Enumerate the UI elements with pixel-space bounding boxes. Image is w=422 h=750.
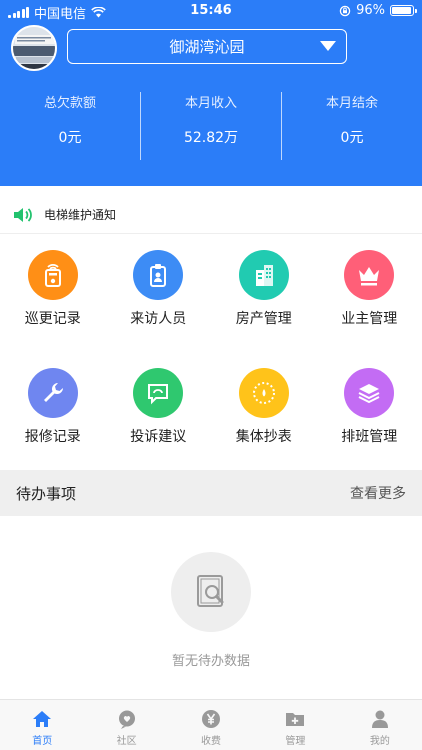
- todo-header: 待办事项 查看更多: [0, 470, 422, 516]
- grid-label: 业主管理: [341, 311, 398, 327]
- stat-label: 本月结余: [325, 96, 378, 111]
- tab-billing[interactable]: 收费: [169, 700, 253, 750]
- dropdown-arrow-icon: [320, 41, 336, 51]
- notice-text: 电梯维护通知: [44, 208, 117, 222]
- todo-empty-state: 暂无待办数据: [0, 552, 422, 669]
- wrench-icon: [27, 368, 78, 418]
- tab-management[interactable]: 管理: [253, 700, 337, 750]
- stat-value: 0元: [340, 130, 364, 146]
- grid-item-complaints[interactable]: 投诉建议: [106, 368, 212, 446]
- visitor-badge-icon: [133, 250, 184, 300]
- battery-percent: 96%: [356, 3, 385, 18]
- feature-grid-row: 报修记录 投诉建议 集体抄表 排班管理: [0, 368, 422, 446]
- avatar[interactable]: [11, 25, 57, 71]
- yen-icon: [202, 710, 221, 728]
- grid-label: 投诉建议: [130, 429, 187, 445]
- stat-value: 0元: [58, 130, 82, 146]
- tab-community[interactable]: 社区: [84, 700, 168, 750]
- tab-label: 收费: [201, 736, 222, 747]
- battery-icon: [390, 5, 417, 16]
- community-name: 御湖湾沁园: [169, 38, 245, 56]
- view-more-link[interactable]: 查看更多: [350, 483, 406, 503]
- meter-icon: [238, 368, 289, 418]
- empty-text: 暂无待办数据: [171, 654, 250, 669]
- grid-item-meter-reading[interactable]: 集体抄表: [211, 368, 317, 446]
- grid-item-shift-scheduling[interactable]: 排班管理: [317, 368, 422, 446]
- stat-monthly-income[interactable]: 本月收入 52.82万: [141, 90, 281, 164]
- header: 中国电信 15:46 96% 御湖湾沁园 总欠款额 0元 本月收入 52.82万…: [0, 0, 422, 186]
- stat-monthly-balance[interactable]: 本月结余 0元: [282, 90, 422, 164]
- stat-label: 本月收入: [184, 96, 237, 111]
- grid-label: 巡更记录: [24, 311, 81, 327]
- tab-label: 管理: [285, 736, 306, 747]
- tab-label: 社区: [116, 736, 137, 747]
- tab-label: 我的: [369, 736, 390, 747]
- grid-item-property-management[interactable]: 房产管理: [211, 250, 317, 328]
- feature-grid-row: 巡更记录 来访人员 房产管理 业主管理: [0, 250, 422, 328]
- tab-bar: 首页 社区 收费 管理 我的: [0, 699, 422, 750]
- grid-label: 房产管理: [235, 311, 292, 327]
- rotation-lock-icon: [339, 5, 351, 16]
- tab-profile[interactable]: 我的: [338, 700, 422, 750]
- crown-icon: [344, 250, 395, 300]
- layers-icon: [344, 368, 395, 418]
- tab-home[interactable]: 首页: [0, 700, 84, 750]
- grid-label: 集体抄表: [235, 429, 292, 445]
- status-bar: 中国电信 15:46 96%: [0, 0, 422, 22]
- building-icon: [238, 250, 289, 300]
- patrol-icon: [27, 250, 78, 300]
- stat-total-arrears[interactable]: 总欠款额 0元: [0, 90, 140, 164]
- speaker-icon: [14, 207, 32, 222]
- chat-icon: [133, 368, 184, 418]
- tab-label: 首页: [32, 736, 53, 747]
- user-icon: [371, 710, 388, 728]
- grid-label: 排班管理: [341, 429, 398, 445]
- grid-item-repair-records[interactable]: 报修记录: [0, 368, 106, 446]
- todo-title: 待办事项: [16, 484, 77, 503]
- grid-item-patrol-records[interactable]: 巡更记录: [0, 250, 106, 328]
- community-selector[interactable]: 御湖湾沁园: [67, 29, 347, 64]
- grid-label: 来访人员: [130, 311, 187, 327]
- stats-panel: 总欠款额 0元 本月收入 52.82万 本月结余 0元: [0, 90, 422, 164]
- notice-bar[interactable]: 电梯维护通知: [0, 196, 422, 234]
- home-icon: [33, 711, 52, 727]
- folder-plus-icon: [286, 713, 305, 726]
- grid-label: 报修记录: [24, 429, 81, 445]
- grid-item-visitors[interactable]: 来访人员: [106, 250, 212, 328]
- empty-search-icon: [171, 552, 251, 632]
- stat-label: 总欠款额: [43, 96, 96, 111]
- grid-item-owner-management[interactable]: 业主管理: [317, 250, 422, 328]
- stat-value: 52.82万: [183, 130, 239, 146]
- chat-bubble-icon: [118, 710, 135, 729]
